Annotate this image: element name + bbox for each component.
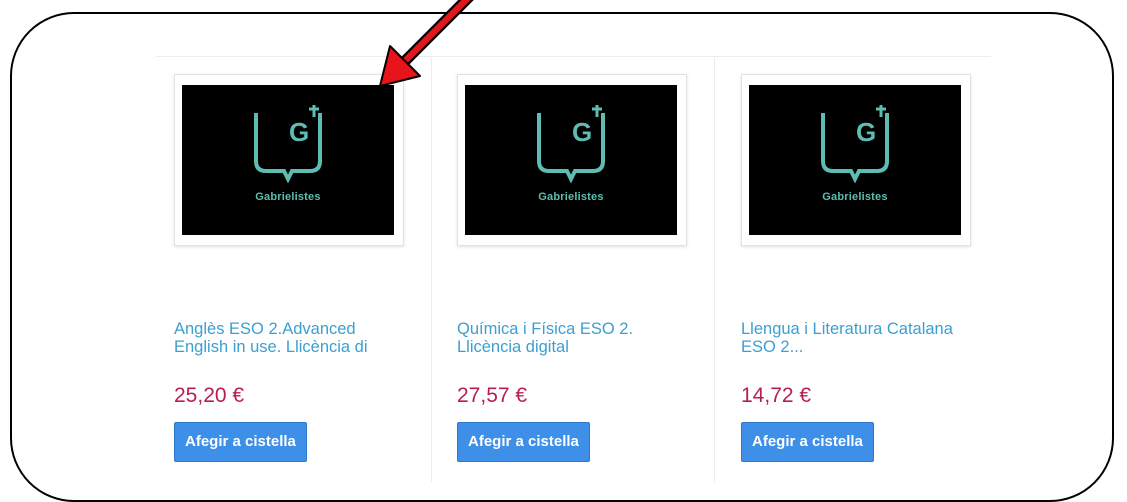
product-image[interactable]: G Gabrielistes xyxy=(741,74,971,246)
gabrielistes-logo: G Gabrielistes xyxy=(465,85,677,235)
gabrielistes-shield-icon xyxy=(254,105,322,184)
product-title-link[interactable]: Química i Física ESO 2. Llicència digita… xyxy=(457,320,697,356)
gabrielistes-shield-icon xyxy=(821,105,889,184)
product-price: 14,72 € xyxy=(741,384,812,407)
add-to-cart-button[interactable]: Afegir a cistella xyxy=(174,422,307,462)
add-to-cart-button[interactable]: Afegir a cistella xyxy=(741,422,874,462)
add-to-cart-button[interactable]: Afegir a cistella xyxy=(457,422,590,462)
column-divider xyxy=(714,58,715,482)
red-arrow-icon xyxy=(379,0,474,87)
gabrielistes-logo: G Gabrielistes xyxy=(182,85,394,235)
product-price: 27,57 € xyxy=(457,384,528,407)
logo-letter: G xyxy=(856,117,877,147)
product-title-link[interactable]: Llengua i Literatura Catalana ESO 2... xyxy=(741,320,981,356)
product-image[interactable]: G Gabrielistes xyxy=(457,74,687,246)
product-image[interactable]: G Gabrielistes xyxy=(174,74,404,246)
gabrielistes-shield-icon xyxy=(537,105,605,184)
product-price: 25,20 € xyxy=(174,384,245,407)
logo-text: Gabrielistes xyxy=(822,191,888,203)
logo-text: Gabrielistes xyxy=(255,191,321,203)
divider xyxy=(156,56,991,57)
logo-text: Gabrielistes xyxy=(538,191,604,203)
gabrielistes-logo: G Gabrielistes xyxy=(749,85,961,235)
logo-letter: G xyxy=(572,117,593,147)
product-title-link[interactable]: Anglès ESO 2.Advanced English in use. Ll… xyxy=(174,320,414,356)
column-divider xyxy=(431,58,432,482)
logo-letter: G xyxy=(289,117,310,147)
